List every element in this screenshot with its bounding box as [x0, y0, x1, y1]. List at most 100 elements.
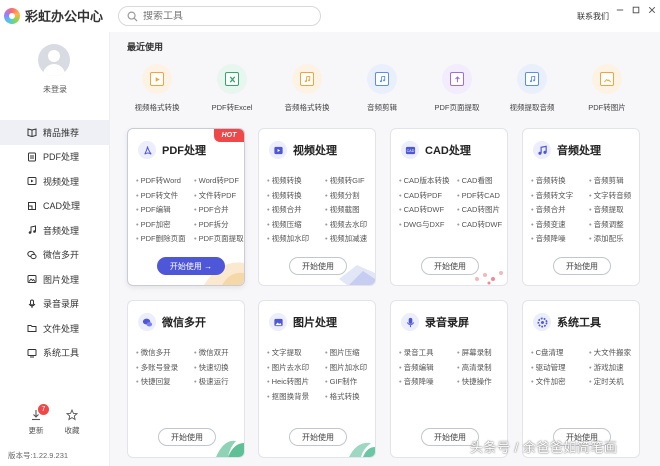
- feature-item[interactable]: 快速切换: [194, 362, 244, 374]
- minimize-icon[interactable]: [616, 6, 624, 14]
- start-button[interactable]: 开始使用: [553, 257, 611, 275]
- feature-item[interactable]: PDF删除页面: [136, 233, 194, 245]
- feature-item[interactable]: 音频调整: [589, 219, 639, 231]
- recent-item-audio-clip[interactable]: 音频剪辑: [344, 64, 420, 113]
- feature-item[interactable]: CAD转图片: [457, 204, 507, 216]
- feature-item[interactable]: 视频压缩: [267, 219, 325, 231]
- maximize-icon[interactable]: [632, 6, 640, 14]
- feature-item[interactable]: 图片去水印: [267, 362, 325, 374]
- feature-item[interactable]: 文字提取: [267, 347, 325, 359]
- feature-item[interactable]: 文件转PDF: [194, 190, 244, 202]
- card-wechat[interactable]: 微信多开 微信多开 微信双开 多账号登录 快速切换 快捷回复 极速运行 开始使用: [127, 300, 245, 458]
- feature-item[interactable]: CAD转DWF: [457, 219, 507, 231]
- feature-item[interactable]: 录音工具: [399, 347, 457, 359]
- feature-item[interactable]: 文字转音频: [589, 190, 639, 202]
- feature-item[interactable]: 视频加水印: [267, 233, 325, 245]
- feature-item[interactable]: PDF转Word: [136, 175, 194, 187]
- feature-item[interactable]: 图片压缩: [325, 347, 375, 359]
- feature-item[interactable]: PDF编辑: [136, 204, 194, 216]
- feature-item[interactable]: 定时关机: [589, 376, 639, 388]
- feature-item[interactable]: 视频截图: [325, 204, 375, 216]
- card-cad[interactable]: CAD CAD处理 CAD版本转换 CAD看图 CAD转PDF PDF转CAD …: [390, 128, 508, 286]
- feature-item[interactable]: 音频变速: [531, 219, 589, 231]
- start-button[interactable]: 开始使用: [421, 257, 479, 275]
- feature-item[interactable]: 音频编辑: [399, 362, 457, 374]
- feature-item[interactable]: 快捷回复: [136, 376, 194, 388]
- feature-item[interactable]: 大文件搬家: [589, 347, 639, 359]
- feature-item[interactable]: 快捷操作: [457, 376, 507, 388]
- feature-item[interactable]: 驱动管理: [531, 362, 589, 374]
- feature-item[interactable]: 游戏加速: [589, 362, 639, 374]
- sidebar-item-file[interactable]: 文件处理: [0, 316, 110, 341]
- feature-item[interactable]: 视频转换: [267, 190, 325, 202]
- feature-item[interactable]: GIF制作: [325, 376, 375, 388]
- start-button[interactable]: 开始使用: [289, 428, 347, 446]
- feature-item[interactable]: 微信多开: [136, 347, 194, 359]
- feature-item[interactable]: CAD看图: [457, 175, 507, 187]
- feature-item[interactable]: 视频加减速: [325, 233, 375, 245]
- feature-item[interactable]: 视频转GIF: [325, 175, 375, 187]
- recent-item-video-audio[interactable]: 视频提取音频: [494, 64, 570, 113]
- recent-item-pdf-image[interactable]: PDF转图片: [569, 64, 645, 113]
- feature-item[interactable]: 格式转换: [325, 391, 375, 403]
- card-audio[interactable]: 音频处理 音频转换 音频剪辑 音频转文字 文字转音频 音频合并 音频提取 音频变…: [522, 128, 640, 286]
- feature-item[interactable]: 视频转换: [267, 175, 325, 187]
- feature-item[interactable]: 高清录制: [457, 362, 507, 374]
- feature-item[interactable]: 视频合并: [267, 204, 325, 216]
- feature-item[interactable]: C盘清理: [531, 347, 589, 359]
- close-icon[interactable]: [648, 6, 656, 14]
- login-status[interactable]: 未登录: [0, 84, 110, 95]
- feature-item[interactable]: PDF拆分: [194, 219, 244, 231]
- feature-item[interactable]: 音频降噪: [531, 233, 589, 245]
- sidebar-item-record[interactable]: 录音录屏: [0, 292, 110, 317]
- feature-item[interactable]: 添加配乐: [589, 233, 639, 245]
- feature-item[interactable]: 音频提取: [589, 204, 639, 216]
- search-input[interactable]: [143, 10, 303, 22]
- start-button[interactable]: 开始使用: [158, 428, 216, 446]
- search-box[interactable]: [118, 6, 321, 26]
- feature-item[interactable]: PDF合并: [194, 204, 244, 216]
- feature-item[interactable]: 图片加水印: [325, 362, 375, 374]
- feature-item[interactable]: 极速运行: [194, 376, 244, 388]
- card-image[interactable]: 图片处理 文字提取 图片压缩 图片去水印 图片加水印 Heic转图片 GIF制作…: [258, 300, 376, 458]
- feature-item[interactable]: 音频剪辑: [589, 175, 639, 187]
- sidebar-item-wechat[interactable]: 微信多开: [0, 243, 110, 268]
- feature-item[interactable]: 音频降噪: [399, 376, 457, 388]
- feature-item[interactable]: 微信双开: [194, 347, 244, 359]
- recent-item-video-convert[interactable]: 视频格式转换: [119, 64, 195, 113]
- favorite-button[interactable]: 收藏: [57, 409, 87, 436]
- sidebar-item-image[interactable]: 图片处理: [0, 267, 110, 292]
- start-button[interactable]: 开始使用: [289, 257, 347, 275]
- card-pdf[interactable]: HOT PDF处理 PDF转Word Word转PDF PDF转文件 文件转PD…: [127, 128, 245, 286]
- feature-item[interactable]: DWG与DXF: [399, 219, 457, 231]
- card-record[interactable]: 录音录屏 录音工具 屏幕录制 音频编辑 高清录制 音频降噪 快捷操作 开始使用: [390, 300, 508, 458]
- avatar[interactable]: [38, 44, 70, 76]
- recent-item-pdf-extract[interactable]: PDF页面提取: [419, 64, 495, 113]
- feature-item[interactable]: 音频转文字: [531, 190, 589, 202]
- update-button[interactable]: 7 更新: [21, 404, 51, 436]
- sidebar-item-system[interactable]: 系统工具: [0, 341, 110, 366]
- feature-item[interactable]: PDF转文件: [136, 190, 194, 202]
- feature-item[interactable]: CAD转PDF: [399, 190, 457, 202]
- feature-item[interactable]: CAD版本转换: [399, 175, 457, 187]
- sidebar-item-audio[interactable]: 音频处理: [0, 218, 110, 243]
- feature-item[interactable]: 视频分割: [325, 190, 375, 202]
- sidebar-item-featured[interactable]: 精品推荐: [0, 120, 110, 145]
- feature-item[interactable]: 文件加密: [531, 376, 589, 388]
- card-system[interactable]: 系统工具 C盘清理 大文件搬家 驱动管理 游戏加速 文件加密 定时关机 开始使用: [522, 300, 640, 458]
- feature-item[interactable]: 音频合并: [531, 204, 589, 216]
- feature-item[interactable]: Heic转图片: [267, 376, 325, 388]
- feature-item[interactable]: PDF加密: [136, 219, 194, 231]
- feature-item[interactable]: 屏幕录制: [457, 347, 507, 359]
- feature-item[interactable]: 抠图换背景: [267, 391, 325, 403]
- sidebar-item-video[interactable]: 视频处理: [0, 169, 110, 194]
- feature-item[interactable]: 多账号登录: [136, 362, 194, 374]
- contact-us-link[interactable]: 联系我们: [577, 11, 609, 22]
- sidebar-item-cad[interactable]: CAD处理: [0, 194, 110, 219]
- feature-item[interactable]: PDF转CAD: [457, 190, 507, 202]
- feature-item[interactable]: CAD转DWF: [399, 204, 457, 216]
- feature-item[interactable]: PDF页面提取: [194, 233, 244, 245]
- card-video[interactable]: 视频处理 视频转换 视频转GIF 视频转换 视频分割 视频合并 视频截图 视频压…: [258, 128, 376, 286]
- sidebar-item-pdf[interactable]: PDF处理: [0, 145, 110, 170]
- feature-item[interactable]: 视频去水印: [325, 219, 375, 231]
